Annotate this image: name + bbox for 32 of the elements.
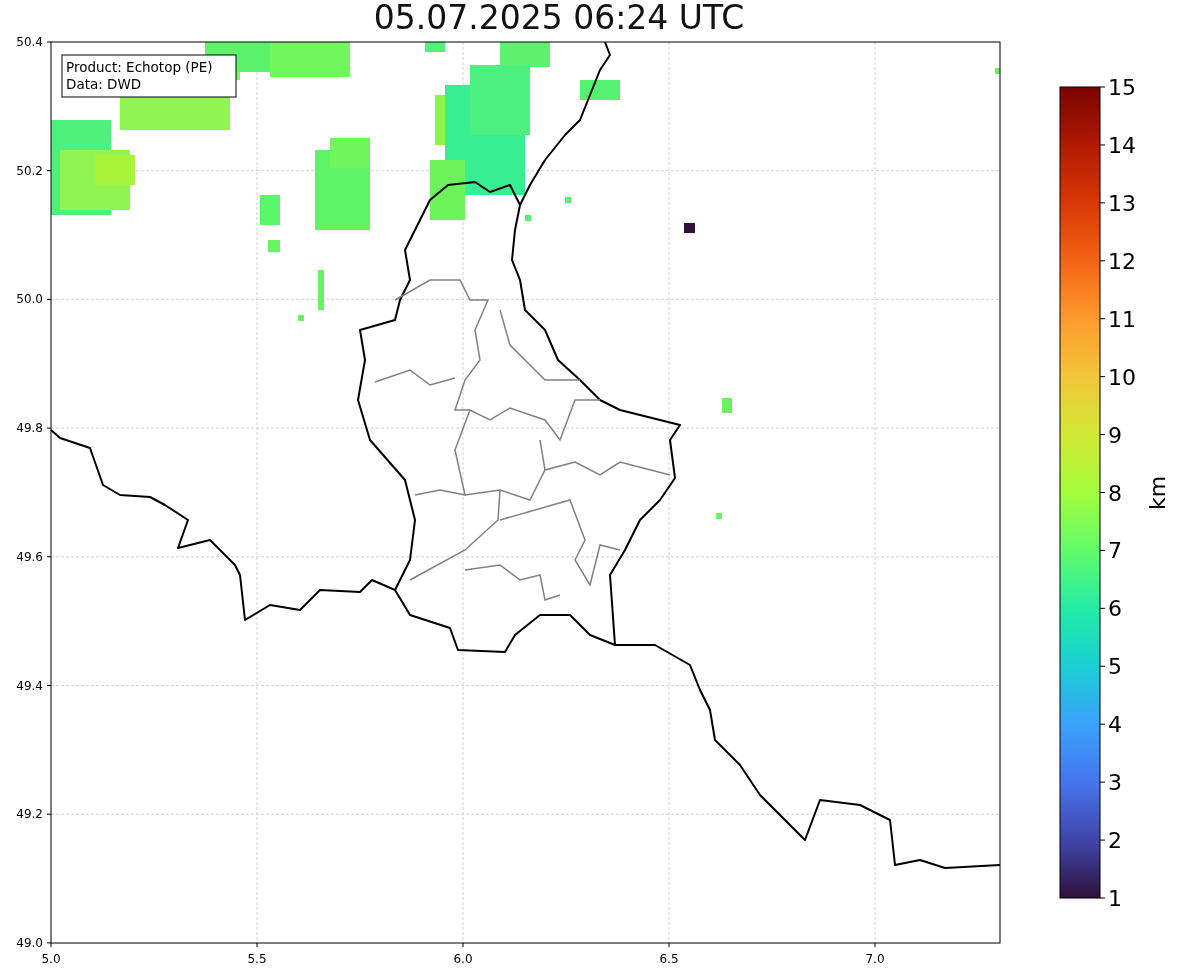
axis-tick-label: 6.0 [453,952,473,966]
colorbar-label: km [1145,475,1170,511]
legend-text: Data: DWD [66,76,142,92]
colorbar-tick-label: 14 [1108,132,1136,158]
legend-text: Product: Echotop (PE) [66,59,213,75]
colorbar-tick-label: 12 [1108,248,1136,274]
axis-tick-label: 5.0 [41,952,61,966]
axis-tick-label: 49.8 [16,421,43,436]
colorbar-tick-label: 8 [1108,480,1122,506]
axis-tick-label: 5.5 [247,952,267,966]
axis-tick-label: 50.0 [16,292,43,307]
axis-tick-label: 49.4 [16,678,43,693]
chart-title: 05.07.2025 06:24 UTC [373,0,745,36]
axis-tick-label: 6.5 [659,952,679,966]
axis-tick-label: 7.0 [865,952,885,966]
colorbar-tick-label: 2 [1108,828,1122,854]
colorbar-tick-label: 4 [1108,712,1122,738]
colorbar-tick-label: 5 [1108,654,1122,680]
colorbar-tick-label: 1 [1108,886,1122,911]
colorbar-tick-label: 9 [1108,422,1122,448]
colorbar-tick-label: 3 [1108,770,1122,796]
colorbar-tick-label: 10 [1108,364,1136,390]
colorbar-tick-label: 13 [1108,190,1136,216]
axis-tick-label: 49.0 [16,935,43,950]
colorbar-tick-label: 15 [1108,75,1136,100]
colorbar-tick-label: 11 [1108,306,1136,332]
colorbar-tick-label: 6 [1108,596,1122,622]
axis-tick-label: 49.2 [16,807,43,822]
axis-tick-label: 50.2 [16,163,43,178]
axis-tick-label: 50.4 [16,36,43,49]
colorbar-tick-label: 7 [1108,538,1122,564]
axis-tick-label: 49.6 [16,549,43,564]
